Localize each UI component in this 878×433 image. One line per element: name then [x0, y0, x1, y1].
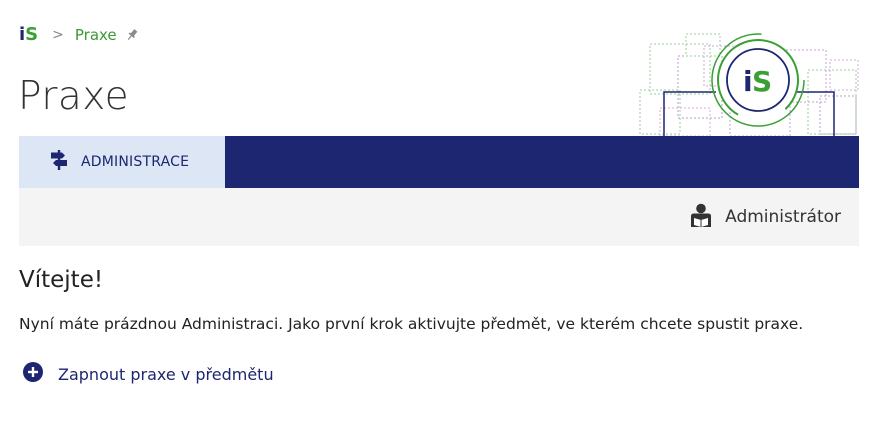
page-title: Praxe [18, 74, 130, 119]
welcome-heading: Vítejte! [19, 267, 104, 293]
badge-letter-s: S [752, 65, 772, 98]
reader-user-icon [689, 203, 713, 231]
signpost-icon [51, 150, 67, 174]
breadcrumb-separator: > [52, 27, 64, 43]
tab-administrace[interactable]: ADMINISTRACE [19, 136, 225, 188]
logo-letter-s: S [25, 24, 39, 45]
is-logo-link[interactable]: iS [19, 25, 38, 45]
header-decoration: i S [639, 33, 859, 136]
tab-administrace-label: ADMINISTRACE [81, 154, 190, 170]
role-selector[interactable]: Administrátor [689, 188, 841, 246]
page-header: iS > Praxe Praxe i S [0, 0, 878, 136]
enable-practice-label: Zapnout praxe v předmětu [58, 364, 274, 384]
plus-circle-icon [22, 361, 44, 387]
welcome-description: Nyní máte prázdnou Administraci. Jako pr… [19, 315, 804, 333]
breadcrumb-current-link[interactable]: Praxe [75, 26, 117, 44]
enable-practice-link[interactable]: Zapnout praxe v předmětu [22, 361, 274, 387]
role-label: Administrátor [725, 207, 841, 227]
pin-icon[interactable] [125, 28, 139, 42]
role-bar: Administrátor [19, 188, 859, 246]
main-navbar: ADMINISTRACE [19, 136, 859, 188]
breadcrumb: iS > Praxe [19, 24, 139, 46]
